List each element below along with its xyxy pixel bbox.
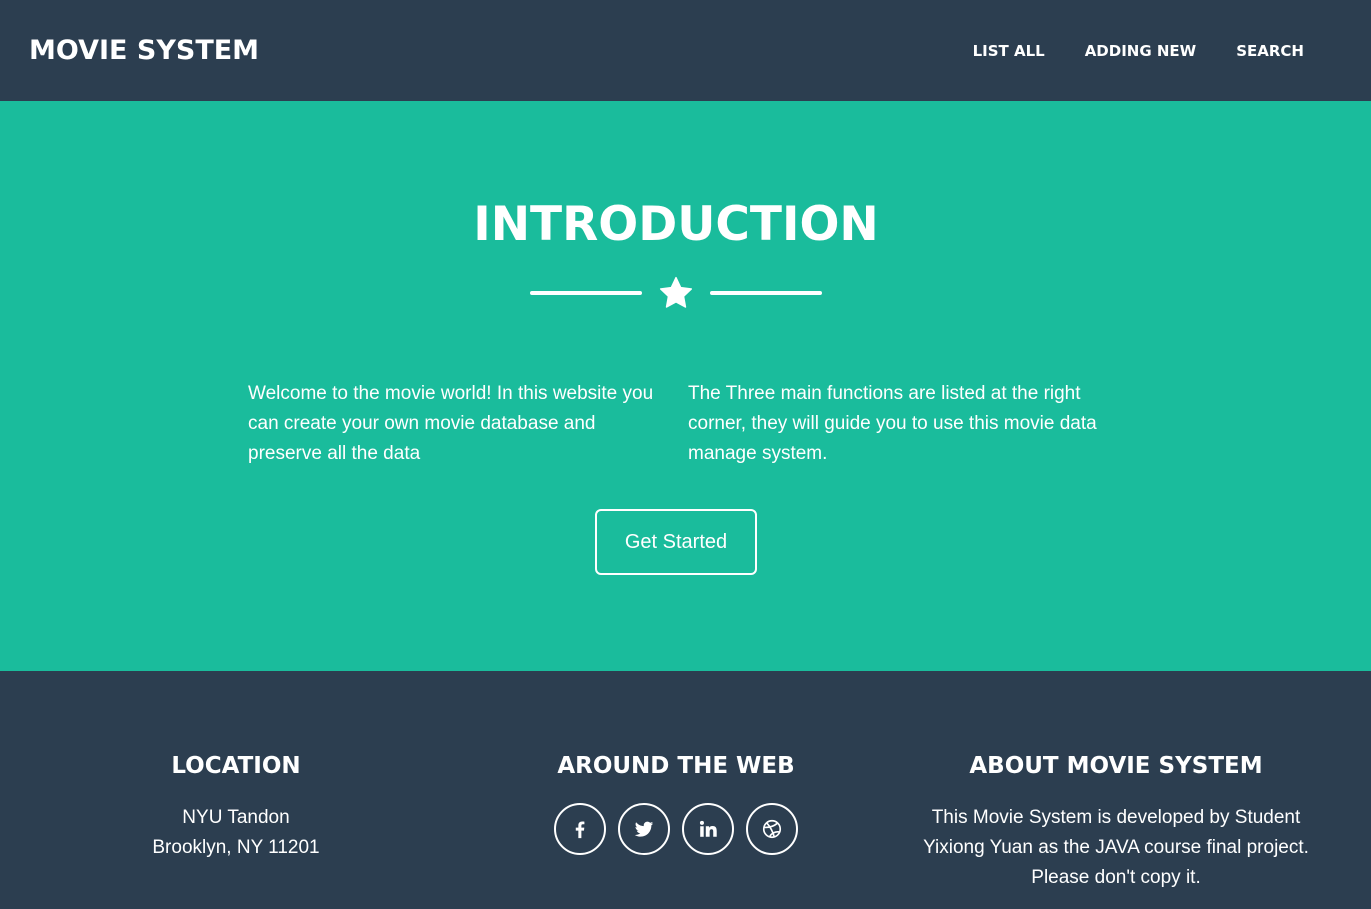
intro-section: INTRODUCTION Welcome to the movie world!…: [0, 101, 1371, 671]
location-line-1: NYU Tandon: [182, 807, 290, 828]
location-heading: LOCATION: [171, 753, 301, 779]
nav-link-adding-new[interactable]: ADDING NEW: [1085, 42, 1197, 60]
social-links: [526, 803, 826, 855]
footer-location: LOCATION NYU Tandon Brooklyn, NY 11201: [86, 751, 386, 863]
location-line-2: Brooklyn, NY 11201: [152, 837, 320, 858]
web-heading: AROUND THE WEB: [557, 753, 795, 779]
facebook-link[interactable]: [554, 803, 606, 855]
get-started-button[interactable]: Get Started: [595, 509, 757, 575]
brand-link[interactable]: MOVIE SYSTEM: [29, 35, 259, 66]
dribbble-icon: [762, 819, 782, 839]
star-divider: [530, 273, 822, 313]
linkedin-link[interactable]: [682, 803, 734, 855]
divider-line-right: [710, 291, 822, 295]
location-text: NYU Tandon Brooklyn, NY 11201: [86, 803, 386, 863]
star-icon: [659, 276, 693, 308]
linkedin-icon: [699, 820, 717, 837]
footer-around-the-web: AROUND THE WEB: [526, 751, 826, 855]
twitter-icon: [634, 821, 654, 837]
divider-line-left: [530, 291, 642, 295]
navbar: MOVIE SYSTEM LIST ALL ADDING NEW SEARCH: [0, 0, 1371, 101]
about-heading: ABOUT MOVIE SYSTEM: [969, 753, 1263, 779]
intro-title: INTRODUCTION: [473, 197, 879, 252]
dribbble-link[interactable]: [746, 803, 798, 855]
intro-text-right: The Three main functions are listed at t…: [688, 383, 1097, 464]
intro-text-left: Welcome to the movie world! In this webs…: [248, 383, 654, 464]
footer-about: ABOUT MOVIE SYSTEM This Movie System is …: [900, 751, 1332, 893]
nav-links: LIST ALL ADDING NEW SEARCH: [973, 42, 1304, 60]
about-text: This Movie System is developed by Studen…: [923, 807, 1309, 888]
nav-link-list-all[interactable]: LIST ALL: [973, 42, 1045, 60]
footer: LOCATION NYU Tandon Brooklyn, NY 11201 A…: [0, 671, 1371, 909]
nav-link-search[interactable]: SEARCH: [1236, 42, 1304, 60]
facebook-icon: [575, 821, 585, 839]
twitter-link[interactable]: [618, 803, 670, 855]
